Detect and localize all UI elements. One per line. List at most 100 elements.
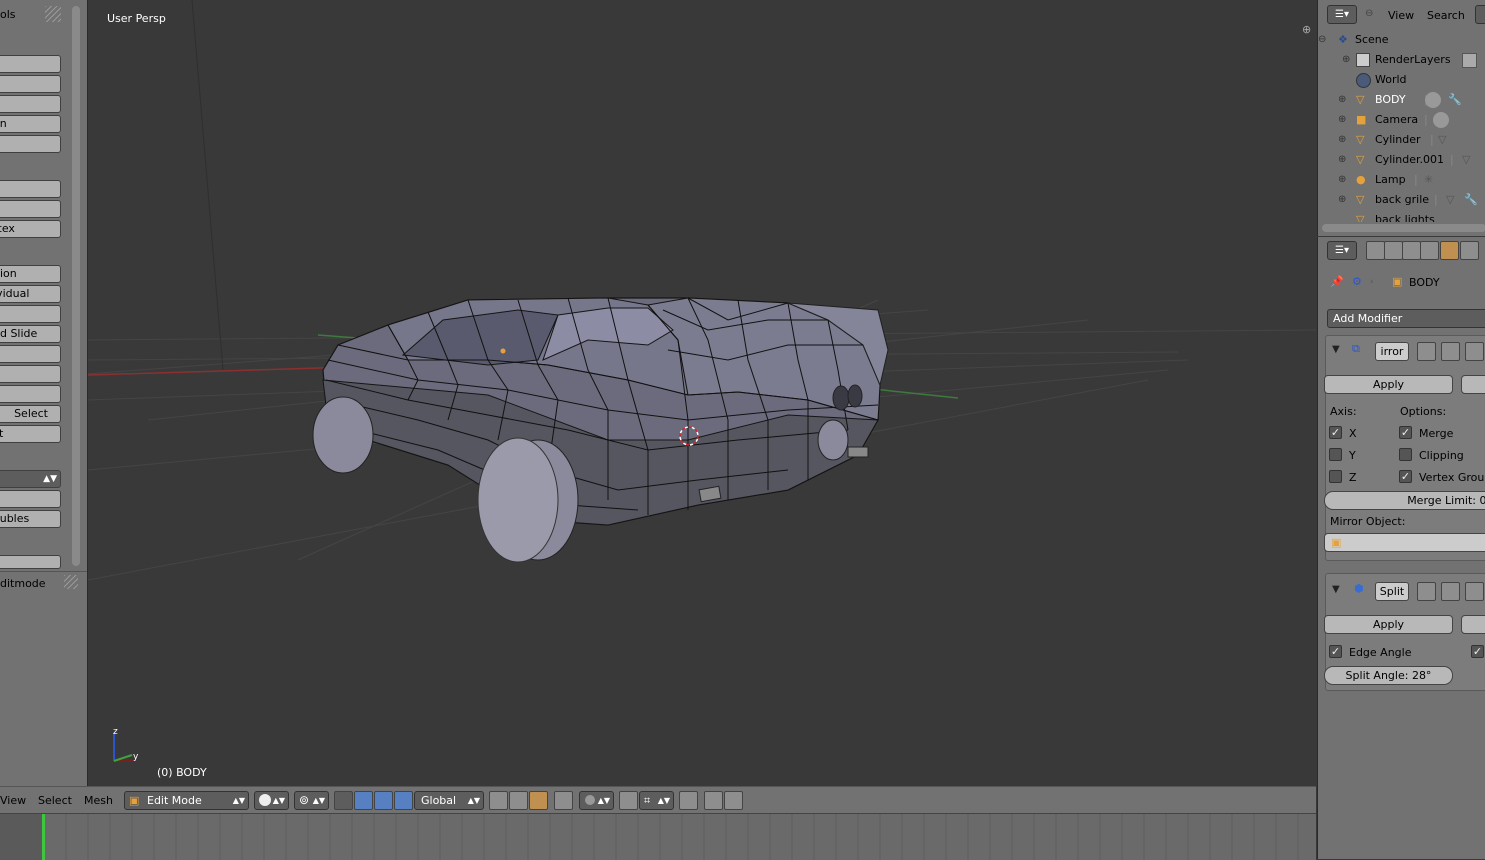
expand-icon[interactable]: ⊕: [1338, 110, 1346, 130]
mode-dropdown[interactable]: ▣ Edit Mode ▲▼: [124, 791, 249, 810]
constraints-tab-icon[interactable]: [1460, 241, 1479, 260]
display-mode-dropdown[interactable]: [1475, 5, 1485, 24]
renderlayers-tab-icon[interactable]: [1384, 241, 1403, 260]
editor-type-dropdown[interactable]: ☰▾: [1327, 241, 1357, 260]
outliner-item-cylinder-001[interactable]: ⊕ ▽ Cylinder.001 | ▽: [1318, 150, 1485, 170]
object-tab-icon[interactable]: [1440, 241, 1459, 260]
eye-icon[interactable]: [1441, 582, 1460, 601]
outliner-item-lamp[interactable]: ⊕ ● Lamp | ✳: [1318, 170, 1485, 190]
tool-button[interactable]: [0, 490, 61, 508]
tool-dropdown[interactable]: ▲▼: [0, 470, 61, 488]
clapboard-icon[interactable]: [724, 791, 743, 810]
render-tab-icon[interactable]: [1366, 241, 1385, 260]
edge-select-icon[interactable]: [509, 791, 528, 810]
merge-limit-field[interactable]: Merge Limit: 0.0: [1324, 491, 1485, 510]
outliner-item-cylinder[interactable]: ⊕ ▽ Cylinder | ▽: [1318, 130, 1485, 150]
expand-icon[interactable]: ⊕: [1338, 130, 1346, 150]
3d-viewport[interactable]: User Persp (0) BODY ⊕ z y: [88, 0, 1316, 786]
menu-mesh[interactable]: Mesh: [84, 794, 113, 807]
outliner-item-scene[interactable]: ⊖ ❖ Scene: [1318, 30, 1485, 50]
plus-icon[interactable]: ⊕: [1302, 24, 1314, 36]
tool-button[interactable]: [0, 75, 61, 93]
vertex-groups-checkbox[interactable]: ✓: [1399, 470, 1412, 483]
tool-button[interactable]: [0, 135, 61, 153]
collapse-icon[interactable]: ⊖: [1318, 30, 1326, 50]
shading-dropdown[interactable]: ▲▼: [254, 791, 289, 810]
tool-button[interactable]: [0, 200, 61, 218]
timeline[interactable]: [0, 813, 1316, 860]
vertex-select-icon[interactable]: [489, 791, 508, 810]
outliner-item-back-lights[interactable]: ▽ back lights: [1318, 210, 1485, 222]
tool-button[interactable]: [0, 55, 61, 73]
face-select-icon[interactable]: [529, 791, 548, 810]
expand-icon[interactable]: ⊕: [1338, 190, 1346, 210]
expand-icon[interactable]: ⊕: [1338, 150, 1346, 170]
edge-angle-checkbox[interactable]: ✓: [1329, 645, 1342, 658]
orientation-dropdown[interactable]: Global ▲▼: [414, 791, 484, 810]
mirror-object-field[interactable]: ▣: [1324, 533, 1485, 552]
tool-button[interactable]: [0, 305, 61, 323]
shelf-resize-icon[interactable]: [45, 6, 61, 22]
tool-button[interactable]: [0, 345, 61, 363]
menu-view[interactable]: View: [0, 794, 26, 807]
tool-button[interactable]: nd Slide: [0, 325, 61, 343]
rotate-icon[interactable]: [374, 791, 393, 810]
shelf-scrollbar[interactable]: [72, 6, 80, 566]
outliner-item-renderlayers[interactable]: ⊕ RenderLayers: [1318, 50, 1485, 70]
outliner-item-back-grile[interactable]: ⊕ ▽ back grile | ▽ 🔧: [1318, 190, 1485, 210]
mirror-copy-button[interactable]: [1461, 375, 1485, 394]
render-toggle-icon[interactable]: [1417, 342, 1436, 361]
eye-icon[interactable]: [1441, 342, 1460, 361]
panel-drag-icon[interactable]: [64, 575, 78, 589]
editmode-toggle-icon[interactable]: [1465, 582, 1484, 601]
clipping-checkbox[interactable]: [1399, 448, 1412, 461]
axis-x-checkbox[interactable]: ✓: [1329, 426, 1342, 439]
render-icon[interactable]: [704, 791, 723, 810]
axis-y-checkbox[interactable]: [1329, 448, 1342, 461]
pin-icon[interactable]: 📌: [1330, 275, 1344, 288]
split-apply-button[interactable]: Apply: [1324, 615, 1453, 634]
tool-button[interactable]: Select: [0, 405, 61, 423]
layer-icon[interactable]: [679, 791, 698, 810]
outliner-menu-view[interactable]: View: [1388, 9, 1414, 22]
menu-select[interactable]: Select: [38, 794, 72, 807]
editor-type-dropdown[interactable]: ☰▾: [1327, 5, 1357, 24]
snap-dropdown[interactable]: ⌗ ▲▼: [639, 791, 674, 810]
outliner-item-world[interactable]: World: [1318, 70, 1485, 90]
sharp-edges-checkbox[interactable]: ✓: [1471, 645, 1484, 658]
occlude-icon[interactable]: [554, 791, 573, 810]
mirror-name-field[interactable]: irror: [1375, 342, 1409, 361]
expand-icon[interactable]: ⊕: [1342, 50, 1350, 70]
tool-button[interactable]: ividual: [0, 285, 61, 303]
split-name-field[interactable]: Split: [1375, 582, 1409, 601]
tool-button[interactable]: gion: [0, 265, 61, 283]
pivot-dropdown[interactable]: ⊚ ▲▼: [294, 791, 329, 810]
proportional-dropdown[interactable]: ▲▼: [579, 791, 614, 810]
mirror-apply-button[interactable]: Apply: [1324, 375, 1453, 394]
tool-button[interactable]: [0, 180, 61, 198]
tool-button[interactable]: ct: [0, 425, 61, 443]
outliner-item-camera[interactable]: ⊕ ■ Camera |: [1318, 110, 1485, 130]
add-modifier-dropdown[interactable]: Add Modifier: [1327, 309, 1485, 328]
magnet-icon[interactable]: [619, 791, 638, 810]
tool-button[interactable]: [0, 95, 61, 113]
scene-tab-icon[interactable]: [1402, 241, 1421, 260]
outliner-menu-search[interactable]: Search: [1427, 9, 1465, 22]
manipulator-toggle-icon[interactable]: [334, 791, 353, 810]
collapse-icon[interactable]: ⊖: [1365, 8, 1373, 19]
tool-button[interactable]: [0, 385, 61, 403]
split-copy-button[interactable]: [1461, 615, 1485, 634]
translate-icon[interactable]: [354, 791, 373, 810]
world-tab-icon[interactable]: [1420, 241, 1439, 260]
split-angle-field[interactable]: Split Angle: 28°: [1324, 666, 1453, 685]
tool-button[interactable]: e: [0, 555, 61, 569]
axis-z-checkbox[interactable]: [1329, 470, 1342, 483]
collapse-triangle-icon[interactable]: ▼: [1332, 584, 1340, 595]
tool-button[interactable]: rtex: [0, 220, 61, 238]
render-toggle-icon[interactable]: [1417, 582, 1436, 601]
expand-icon[interactable]: ⊕: [1338, 170, 1346, 190]
collapse-triangle-icon[interactable]: ▼: [1332, 344, 1340, 355]
merge-checkbox[interactable]: ✓: [1399, 426, 1412, 439]
tool-button[interactable]: [0, 365, 61, 383]
editmode-toggle-icon[interactable]: [1465, 342, 1484, 361]
